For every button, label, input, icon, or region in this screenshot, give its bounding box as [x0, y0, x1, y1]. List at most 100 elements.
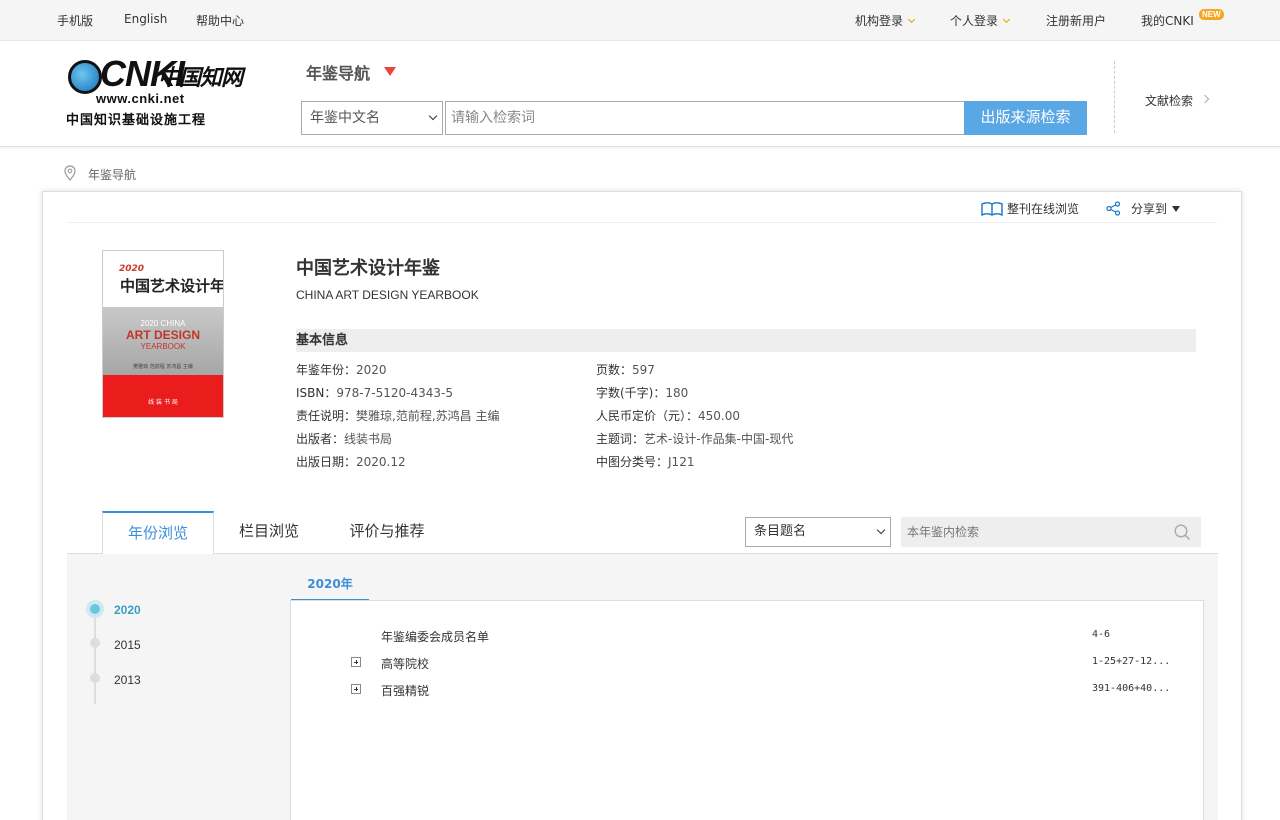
header-divider	[1114, 61, 1115, 133]
tab-reviews[interactable]: 评价与推荐	[337, 511, 437, 554]
info-value: 艺术-设计-作品集-中国-现代	[644, 432, 794, 446]
cover-top: 2020 中国艺术设计年鉴	[103, 251, 223, 307]
year-tab-2020[interactable]: 2020年	[291, 570, 369, 601]
english-link[interactable]: English	[124, 12, 167, 26]
expand-icon[interactable]	[351, 684, 361, 694]
org-login-link[interactable]: 机构登录	[855, 12, 916, 29]
share-label: 分享到	[1131, 202, 1168, 216]
info-pages: 页数：597	[596, 361, 655, 378]
mobile-link[interactable]: 手机版	[57, 12, 93, 29]
triangle-down-icon	[1172, 206, 1181, 212]
search-scope-select[interactable]: 年鉴中文名	[301, 101, 443, 135]
info-label: 出版者：	[296, 432, 345, 446]
info-label: ISBN：	[296, 386, 337, 400]
timeline-line	[94, 608, 96, 704]
triangle-down-icon[interactable]	[384, 67, 396, 76]
search-input[interactable]: 请输入检索词	[445, 101, 965, 135]
info-label: 主题词：	[596, 432, 645, 446]
info-value: 樊雅琼,范前程,苏鸿昌 主编	[356, 409, 500, 423]
entry-field-value: 条目题名	[754, 524, 807, 539]
toolbar-divider	[67, 222, 1217, 223]
entry-title[interactable]: 高等院校	[381, 655, 429, 672]
personal-login-link[interactable]: 个人登录	[950, 12, 1011, 29]
info-label: 年鉴年份：	[296, 363, 357, 377]
info-value: 2020	[356, 363, 387, 377]
info-label: 字数(千字)：	[596, 386, 666, 400]
help-center-link[interactable]: 帮助中心	[196, 12, 244, 29]
info-value: 2020.12	[356, 455, 406, 469]
cover-cn-title: 中国艺术设计年鉴	[120, 277, 224, 295]
info-label: 责任说明：	[296, 409, 357, 423]
share-dropdown[interactable]: 分享到	[1131, 200, 1181, 217]
register-link[interactable]: 注册新用户	[1046, 12, 1106, 29]
expand-icon[interactable]	[351, 657, 361, 667]
info-label: 中图分类号：	[596, 455, 669, 469]
info-subjects: 主题词：艺术-设计-作品集-中国-现代	[596, 430, 793, 447]
chevron-right-icon[interactable]	[1200, 94, 1210, 104]
book-en-title: CHINA ART DESIGN YEARBOOK	[296, 288, 479, 302]
cover-middle: 2020 CHINA ART DESIGN YEARBOOK 樊雅琼 范前程 苏…	[103, 307, 223, 375]
cnki-logo[interactable]: CNKI 中国知网 www.cnki.net 中国知识基础设施工程	[64, 53, 250, 129]
info-value: 978-7-5120-4343-5	[336, 386, 453, 400]
list-item[interactable]: 百强精锐 391-406+40...	[291, 680, 1191, 700]
book-cover[interactable]: 2020 中国艺术设计年鉴 2020 CHINA ART DESIGN YEAR…	[102, 250, 224, 418]
share-icon[interactable]	[1106, 201, 1121, 216]
timeline-dot[interactable]	[90, 673, 100, 683]
info-value: J121	[668, 455, 695, 469]
source-search-button[interactable]: 出版来源检索	[964, 101, 1087, 135]
search-icon[interactable]	[1174, 524, 1191, 541]
entry-list: 年鉴编委会成员名单 4-6 高等院校 1-25+27-12... 百强精锐 39…	[290, 600, 1204, 820]
chevron-down-icon	[907, 15, 916, 24]
info-word-count: 字数(千字)：180	[596, 384, 688, 401]
chevron-down-icon	[1002, 15, 1011, 24]
info-label: 人民币定价（元）：	[596, 409, 699, 423]
my-cnki-link[interactable]: 我的CNKI	[1141, 12, 1194, 29]
info-label: 页数：	[596, 363, 633, 377]
browse-online-link[interactable]: 整刊在线浏览	[1007, 200, 1079, 217]
chevron-down-icon	[876, 525, 886, 535]
info-responsibility: 责任说明：樊雅琼,范前程,苏鸿昌 主编	[296, 407, 499, 424]
inner-search-input[interactable]: 本年鉴内检索	[901, 517, 1201, 547]
info-value: 597	[632, 363, 655, 377]
info-value: 线装书局	[344, 432, 393, 446]
year-item-2020[interactable]: 2020	[114, 603, 141, 617]
tab-year-browse[interactable]: 年份浏览	[102, 511, 214, 554]
list-item[interactable]: 高等院校 1-25+27-12...	[291, 653, 1191, 673]
top-bar: 手机版 English 帮助中心 机构登录 个人登录 注册新用户 我的CNKI …	[0, 0, 1280, 41]
location-pin-icon	[64, 165, 76, 181]
chevron-down-icon	[428, 111, 438, 121]
tab-column-browse[interactable]: 栏目浏览	[225, 511, 313, 554]
breadcrumb[interactable]: 年鉴导航	[88, 166, 136, 183]
cover-editors: 樊雅琼 范前程 苏鸿昌 主编	[133, 364, 193, 370]
year-item-2013[interactable]: 2013	[114, 673, 141, 687]
cover-bottom: 线 装 书 局	[103, 375, 223, 417]
entry-pages: 1-25+27-12...	[1092, 656, 1171, 667]
cover-en-line2: ART DESIGN	[125, 328, 200, 342]
entry-title[interactable]: 年鉴编委会成员名单	[381, 628, 489, 645]
info-publisher: 出版者：线装书局	[296, 430, 392, 447]
globe-icon	[68, 60, 102, 94]
org-login-label: 机构登录	[855, 14, 904, 28]
info-classification: 中图分类号：J121	[596, 453, 694, 470]
entry-field-select[interactable]: 条目题名	[745, 517, 891, 547]
list-item[interactable]: 年鉴编委会成员名单 4-6	[291, 626, 1191, 646]
entry-title[interactable]: 百强精锐	[381, 682, 429, 699]
logo-url: www.cnki.net	[96, 91, 185, 106]
info-pub-date: 出版日期：2020.12	[296, 453, 406, 470]
year-item-2015[interactable]: 2015	[114, 638, 141, 652]
info-value: 450.00	[698, 409, 741, 423]
info-isbn: ISBN：978-7-5120-4343-5	[296, 384, 453, 401]
open-book-icon[interactable]	[981, 201, 1003, 217]
personal-login-label: 个人登录	[950, 14, 999, 28]
logo-slogan: 中国知识基础设施工程	[66, 113, 207, 128]
entry-pages: 391-406+40...	[1092, 683, 1171, 694]
book-title: 中国艺术设计年鉴	[296, 258, 440, 279]
yearbook-nav-title[interactable]: 年鉴导航	[306, 60, 370, 84]
cover-en-line1: 2020 CHINA	[140, 319, 186, 328]
year-browse-panel: 2020 2015 2013 2020年 年鉴编委会成员名单 4-6 高等院校 …	[67, 554, 1218, 820]
timeline-dot-active[interactable]	[86, 600, 104, 618]
literature-search-link[interactable]: 文献检索	[1145, 92, 1193, 109]
inner-search-placeholder: 本年鉴内检索	[907, 525, 980, 539]
search-scope-value: 年鉴中文名	[310, 110, 380, 126]
timeline-dot[interactable]	[90, 638, 100, 648]
